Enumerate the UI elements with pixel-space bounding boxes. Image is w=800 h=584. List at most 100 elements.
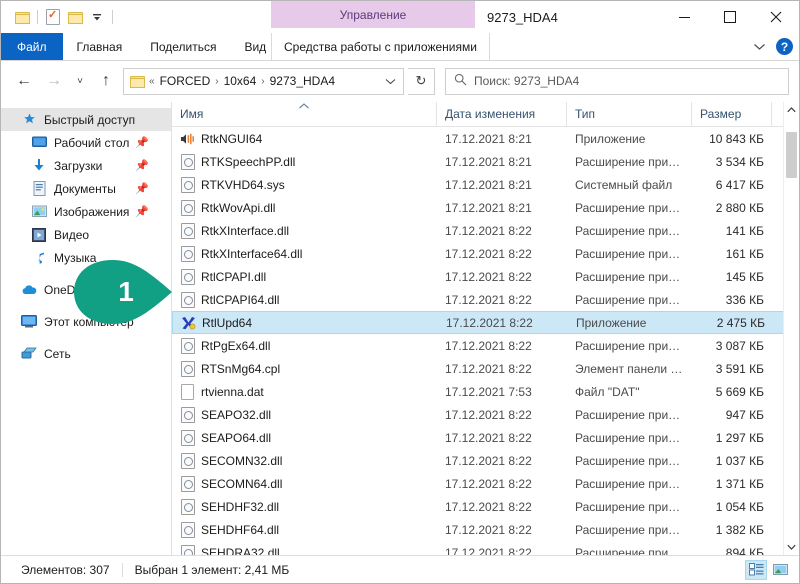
column-header-size[interactable]: Размер	[692, 102, 772, 126]
table-row[interactable]: RtkWovApi.dll 17.12.2021 8:21 Расширение п…	[172, 196, 799, 219]
table-row[interactable]: RtPgEx64.dll 17.12.2021 8:22 Расширение пр…	[172, 334, 799, 357]
cell-modified-date: 17.12.2021 8:21	[445, 131, 532, 146]
sidebar-item-this-pc[interactable]: Этот компьютер	[1, 310, 171, 333]
tab-file[interactable]: Файл	[1, 33, 63, 60]
cell-modified-date: 17.12.2021 8:22	[445, 476, 532, 491]
table-row[interactable]: RtlCPAPI64.dll 17.12.2021 8:22 Расширение …	[172, 288, 799, 311]
search-input[interactable]: Поиск: 9273_HDA4	[474, 74, 579, 88]
sidebar-item-quick-access[interactable]: Быстрый доступ	[1, 108, 171, 131]
cell-file-type: Расширение при…	[575, 223, 681, 238]
column-header-row: Имя Дата изменения Тип Размер	[172, 102, 799, 127]
breadcrumb-forced[interactable]: FORCED	[160, 74, 211, 88]
new-folder-icon[interactable]	[64, 6, 86, 28]
table-row-selected[interactable]: RtlUpd64 17.12.2021 8:22 Приложение 2 475 К…	[172, 311, 799, 334]
dll-icon	[180, 452, 195, 469]
sidebar-item-documents[interactable]: Документы 📌	[1, 177, 171, 200]
qat-divider-2	[112, 10, 113, 24]
forward-button[interactable]: →	[41, 68, 67, 94]
search-box[interactable]: Поиск: 9273_HDA4	[445, 67, 789, 95]
breadcrumb-9273-hda4[interactable]: 9273_HDA4	[270, 74, 335, 88]
table-row[interactable]: SEHDHF32.dll 17.12.2021 8:22 Расширение пр…	[172, 495, 799, 518]
sidebar-item-pictures[interactable]: Изображения 📌	[1, 200, 171, 223]
table-row[interactable]: SECOMN64.dll 17.12.2021 8:22 Расширение пр…	[172, 472, 799, 495]
scrollbar-thumb[interactable]	[786, 132, 797, 178]
table-row[interactable]: RtkXInterface64.dll 17.12.2021 8:22 Расшир…	[172, 242, 799, 265]
sidebar-item-videos[interactable]: Видео	[1, 223, 171, 246]
cell-modified-date: 17.12.2021 8:21	[445, 154, 532, 169]
dll-icon	[180, 153, 195, 170]
pin-icon[interactable]: 📌	[135, 136, 149, 149]
back-button[interactable]: ←	[11, 68, 37, 94]
refresh-button[interactable]: ↻	[408, 67, 435, 95]
file-name-label: SECOMN32.dll	[201, 453, 283, 468]
cell-file-size: 141 КБ	[725, 223, 764, 238]
table-row[interactable]: RTKVHD64.sys 17.12.2021 8:21 Системный фай…	[172, 173, 799, 196]
tab-application-tools[interactable]: Средства работы с приложениями	[271, 33, 490, 60]
cell-file-name: RtkXInterface.dll	[172, 222, 437, 239]
help-icon[interactable]: ?	[776, 38, 793, 55]
chevron-down-icon[interactable]	[753, 40, 766, 54]
sidebar-label-onedrive: OneDrive	[44, 282, 95, 297]
breadcrumb-separator-2[interactable]: ›	[261, 76, 264, 87]
large-icons-view-icon[interactable]	[769, 560, 791, 580]
column-header-date[interactable]: Дата изменения	[437, 102, 567, 126]
close-button[interactable]	[753, 1, 799, 33]
customize-dropdown-icon[interactable]	[86, 6, 108, 28]
table-row[interactable]: RTSnMg64.cpl 17.12.2021 8:22 Элемент панел…	[172, 357, 799, 380]
table-row[interactable]: SEAPO32.dll 17.12.2021 8:22 Расширение при…	[172, 403, 799, 426]
table-row[interactable]: SECOMN32.dll 17.12.2021 8:22 Расширение пр…	[172, 449, 799, 472]
cell-file-size: 5 669 КБ	[715, 384, 764, 399]
cell-file-size: 1 371 КБ	[715, 476, 764, 491]
pin-icon[interactable]: 📌	[135, 182, 149, 195]
table-row[interactable]: RtlCPAPI.dll 17.12.2021 8:22 Расширение пр…	[172, 265, 799, 288]
sidebar-label-pictures: Изображения	[54, 204, 130, 219]
folder-icon[interactable]	[11, 6, 33, 28]
table-row[interactable]: RTKSpeechPP.dll 17.12.2021 8:21 Расширение…	[172, 150, 799, 173]
network-icon	[21, 346, 37, 362]
file-name-label: RTKVHD64.sys	[201, 177, 285, 192]
properties-icon[interactable]	[42, 6, 64, 28]
breadcrumb-10x64[interactable]: 10x64	[224, 74, 257, 88]
details-view-icon[interactable]	[745, 559, 767, 580]
dll-icon	[180, 337, 195, 354]
cell-file-size: 1 037 КБ	[715, 453, 764, 468]
table-row[interactable]: SEHDRA32.dll 17.12.2021 8:22 Расширение пр…	[172, 541, 799, 555]
up-button[interactable]: ↑	[93, 68, 119, 94]
sidebar-item-music[interactable]: Музыка	[1, 246, 171, 269]
table-row[interactable]: rtvienna.dat 17.12.2021 7:53 Файл "DAT" 5 6…	[172, 380, 799, 403]
address-dropdown-icon[interactable]	[379, 78, 401, 85]
minimize-button[interactable]	[661, 1, 707, 33]
tab-share[interactable]: Поделиться	[136, 33, 230, 60]
scroll-up-button[interactable]	[784, 102, 799, 118]
maximize-button[interactable]	[707, 1, 753, 33]
sidebar-label-this-pc: Этот компьютер	[44, 314, 134, 329]
sidebar-item-downloads[interactable]: Загрузки 📌	[1, 154, 171, 177]
cell-file-size: 1 297 КБ	[715, 430, 764, 445]
file-name-label: RtkXInterface.dll	[201, 223, 290, 238]
file-name-label: RtlCPAPI.dll	[201, 269, 267, 284]
vertical-scrollbar[interactable]	[783, 102, 799, 555]
sidebar-item-desktop[interactable]: Рабочий стол 📌	[1, 131, 171, 154]
explorer-window: Управление 9273_HDA4 Файл Главная Подели…	[0, 0, 800, 584]
file-rows-container[interactable]: RtkNGUI64 17.12.2021 8:21 Приложение 10 843…	[172, 127, 799, 555]
pin-icon[interactable]: 📌	[135, 205, 149, 218]
table-row[interactable]: SEAPO64.dll 17.12.2021 8:22 Расширение при…	[172, 426, 799, 449]
address-overflow-icon[interactable]: «	[149, 76, 155, 87]
table-row[interactable]: RtkXInterface.dll 17.12.2021 8:22 Расширен…	[172, 219, 799, 242]
sidebar-item-network[interactable]: Сеть	[1, 342, 171, 365]
breadcrumb-separator-1[interactable]: ›	[215, 76, 218, 87]
tab-home[interactable]: Главная	[63, 33, 137, 60]
column-label-name: Имя	[180, 107, 204, 121]
cell-file-size: 894 КБ	[725, 545, 764, 556]
sidebar-item-onedrive[interactable]: OneDrive	[1, 278, 171, 301]
scroll-down-button[interactable]	[784, 539, 799, 555]
column-header-name[interactable]: Имя	[172, 102, 437, 126]
table-row[interactable]: SEHDHF64.dll 17.12.2021 8:22 Расширение пр…	[172, 518, 799, 541]
table-row[interactable]: RtkNGUI64 17.12.2021 8:21 Приложение 10 843…	[172, 127, 799, 150]
address-bar[interactable]: « FORCED › 10x64 › 9273_HDA4	[123, 67, 404, 95]
column-header-type[interactable]: Тип	[567, 102, 692, 126]
dat-icon	[180, 383, 195, 400]
cell-file-name: SECOMN32.dll	[172, 452, 437, 469]
recent-locations-icon[interactable]: ˅	[71, 68, 89, 94]
pin-icon[interactable]: 📌	[135, 159, 149, 172]
